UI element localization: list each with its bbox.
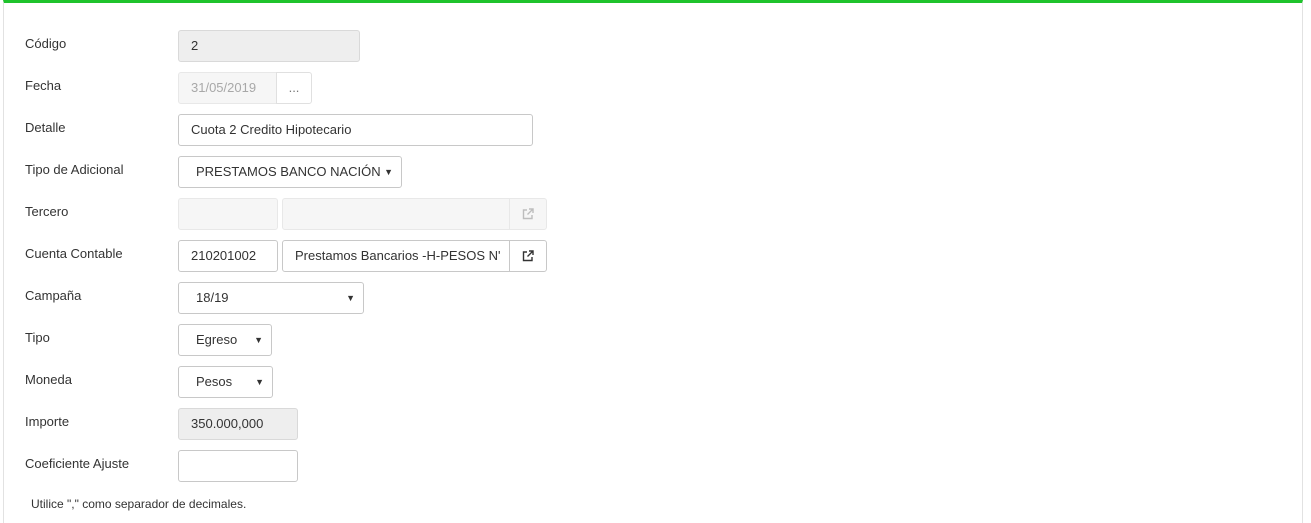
fecha-label: Fecha [25, 78, 62, 93]
external-link-icon [522, 208, 534, 220]
coeficiente-input[interactable] [178, 450, 298, 482]
fecha-field: 31/05/2019 [178, 72, 277, 104]
tercero-label: Tercero [25, 204, 69, 219]
importe-field: 350.000,000 [178, 408, 298, 440]
moneda-value: Pesos [196, 374, 233, 389]
tercero-lookup-button [509, 198, 547, 230]
caret-down-icon: ▼ [346, 293, 355, 303]
external-link-icon [522, 250, 534, 262]
cuenta-contable-label: Cuenta Contable [25, 246, 123, 261]
tercero-code-field [178, 198, 278, 230]
coeficiente-label: Coeficiente Ajuste [25, 456, 130, 471]
cuenta-contable-name-input[interactable]: Prestamos Bancarios -H-PESOS N' [282, 240, 510, 272]
caret-down-icon: ▼ [254, 335, 263, 345]
codigo-field: 2 [178, 30, 360, 62]
cuenta-contable-code-input[interactable]: 210201002 [178, 240, 278, 272]
detalle-input[interactable]: Cuota 2 Credito Hipotecario [178, 114, 533, 146]
moneda-select[interactable]: Pesos ▼ [178, 366, 273, 398]
importe-label: Importe [25, 414, 70, 429]
campana-value: 18/19 [196, 290, 229, 305]
cuenta-contable-lookup-button[interactable] [509, 240, 547, 272]
tipo-adicional-select[interactable]: PRESTAMOS BANCO NACIÓN ▼ [178, 156, 402, 188]
tercero-name-field [282, 198, 510, 230]
tipo-select[interactable]: Egreso ▼ [178, 324, 272, 356]
moneda-label: Moneda [25, 372, 72, 387]
tipo-label: Tipo [25, 330, 50, 345]
tipo-adicional-label: Tipo de Adicional [25, 162, 124, 177]
tipo-value: Egreso [196, 332, 238, 347]
codigo-label: Código [25, 36, 67, 51]
campana-label: Campaña [25, 288, 82, 303]
caret-down-icon: ▼ [255, 377, 264, 387]
campana-select[interactable]: 18/19 ▼ [178, 282, 364, 314]
detalle-label: Detalle [25, 120, 66, 135]
tipo-adicional-value: PRESTAMOS BANCO NACIÓN [196, 164, 381, 179]
decimal-separator-hint: Utilice "," como separador de decimales. [31, 497, 247, 511]
date-picker-button[interactable]: ... [276, 72, 312, 104]
caret-down-icon: ▼ [384, 167, 393, 177]
